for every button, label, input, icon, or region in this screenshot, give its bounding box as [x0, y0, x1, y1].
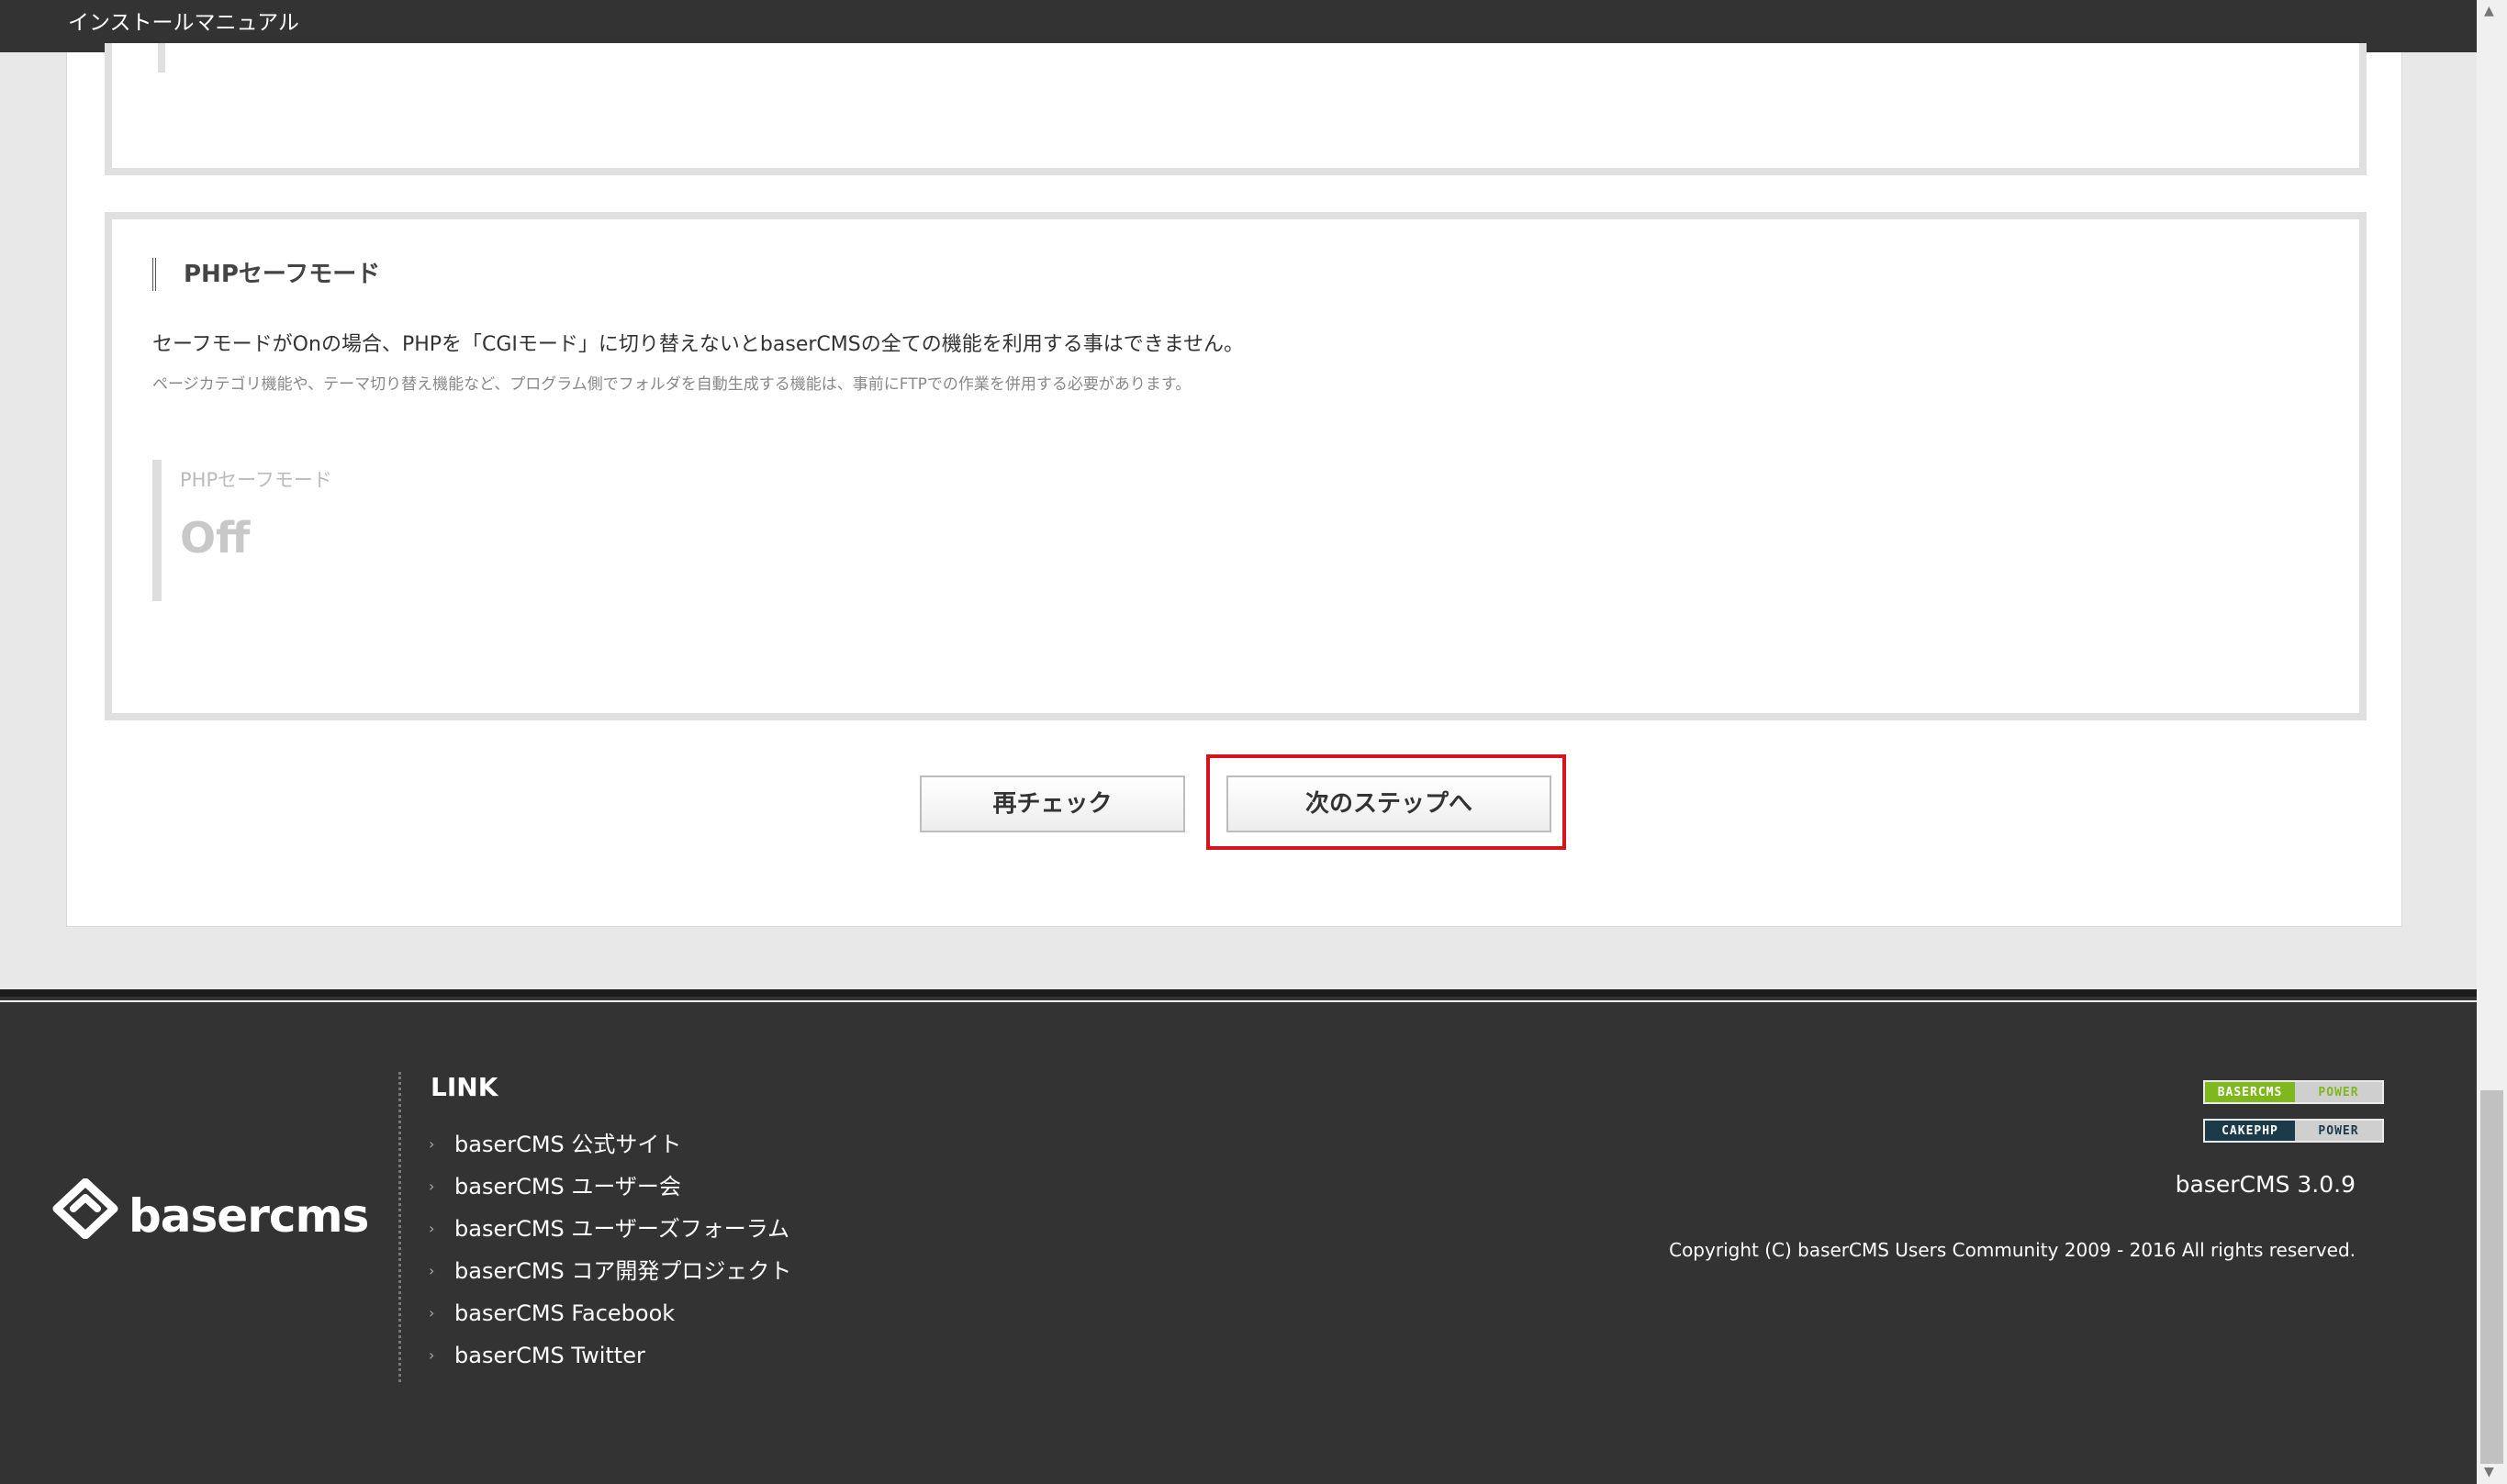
footer: basercms LINK › baserCMS 公式サイト › baserCMS … [0, 989, 2477, 1484]
footer-link-label: baserCMS Twitter [454, 1343, 645, 1368]
page-title: インストールマニュアル [68, 11, 299, 35]
scrollbar-thumb[interactable] [2480, 1090, 2503, 1464]
footer-link-label: baserCMS ユーザー会 [454, 1174, 681, 1199]
section-stub-bar [158, 43, 165, 73]
section-description: セーフモードがOnの場合、PHPを「CGIモード」に切り替えないとbaserCM… [152, 333, 1245, 356]
section-note: ページカテゴリ機能や、テーマ切り替え機能など、プログラム側でフォルダを自動生成す… [152, 375, 1192, 394]
footer-link-user-group[interactable]: › baserCMS ユーザー会 [429, 1171, 791, 1213]
footer-divider [0, 1000, 2477, 1002]
chevron-right-icon: › [429, 1346, 435, 1364]
version-text: baserCMS 3.0.9 [2175, 1171, 2356, 1198]
footer-link-label: baserCMS Facebook [454, 1300, 676, 1326]
footer-link-official-site[interactable]: › baserCMS 公式サイト [429, 1129, 791, 1171]
check-result-label: PHPセーフモード [180, 469, 332, 491]
badge-right-text: POWER [2295, 1121, 2382, 1141]
php-safe-mode-section: PHPセーフモード セーフモードがOnの場合、PHPを「CGIモード」に切り替え… [105, 212, 2367, 720]
footer-link-list: › baserCMS 公式サイト › baserCMS ユーザー会 › baserCM… [429, 1129, 791, 1382]
basercms-logo-icon[interactable] [51, 1178, 119, 1239]
footer-link-facebook[interactable]: › baserCMS Facebook [429, 1298, 791, 1340]
main-container: PHPセーフモード セーフモードがOnの場合、PHPを「CGIモード」に切り替え… [66, 43, 2402, 927]
badge-right-text: POWER [2295, 1082, 2382, 1102]
footer-link-heading: LINK [431, 1072, 498, 1102]
section-heading-text: PHPセーフモード [184, 261, 381, 288]
badge-left-text: BASERCMS [2205, 1082, 2295, 1102]
footer-link-core-project[interactable]: › baserCMS コア開発プロジェクト [429, 1255, 791, 1298]
footer-link-column: LINK › baserCMS 公式サイト › baserCMS ユーザー会 › ba… [398, 1072, 791, 1382]
copyright-text: Copyright (C) baserCMS Users Community 2… [1669, 1239, 2356, 1261]
section-heading: PHPセーフモード [152, 258, 380, 291]
vertical-scrollbar[interactable]: ▲ ▼ [2477, 0, 2507, 1484]
check-result: PHPセーフモード Off [152, 460, 712, 601]
footer-link-label: baserCMS コア開発プロジェクト [454, 1258, 792, 1284]
chevron-right-icon: › [429, 1262, 435, 1279]
scroll-up-arrow-icon[interactable]: ▲ [2484, 4, 2494, 18]
chevron-right-icon: › [429, 1135, 435, 1153]
cakephp-power-badge[interactable]: CAKEPHP POWER [2203, 1119, 2384, 1143]
recheck-button[interactable]: 再チェック [920, 775, 1185, 832]
badge-left-text: CAKEPHP [2205, 1121, 2295, 1141]
basercms-power-badge[interactable]: BASERCMS POWER [2203, 1080, 2384, 1104]
basercms-logo-text[interactable]: basercms [129, 1189, 369, 1243]
footer-link-twitter[interactable]: › baserCMS Twitter [429, 1340, 791, 1382]
chevron-right-icon: › [429, 1177, 435, 1195]
highlight-box [1206, 754, 1566, 850]
check-result-value: Off [180, 513, 251, 563]
chevron-right-icon: › [429, 1220, 435, 1237]
footer-link-label: baserCMS ユーザーズフォーラム [454, 1216, 790, 1242]
chevron-right-icon: › [429, 1304, 435, 1322]
previous-check-section [105, 43, 2367, 175]
scroll-down-arrow-icon[interactable]: ▼ [2484, 1465, 2494, 1479]
footer-link-label: baserCMS 公式サイト [454, 1132, 682, 1157]
footer-link-users-forum[interactable]: › baserCMS ユーザーズフォーラム [429, 1213, 791, 1255]
